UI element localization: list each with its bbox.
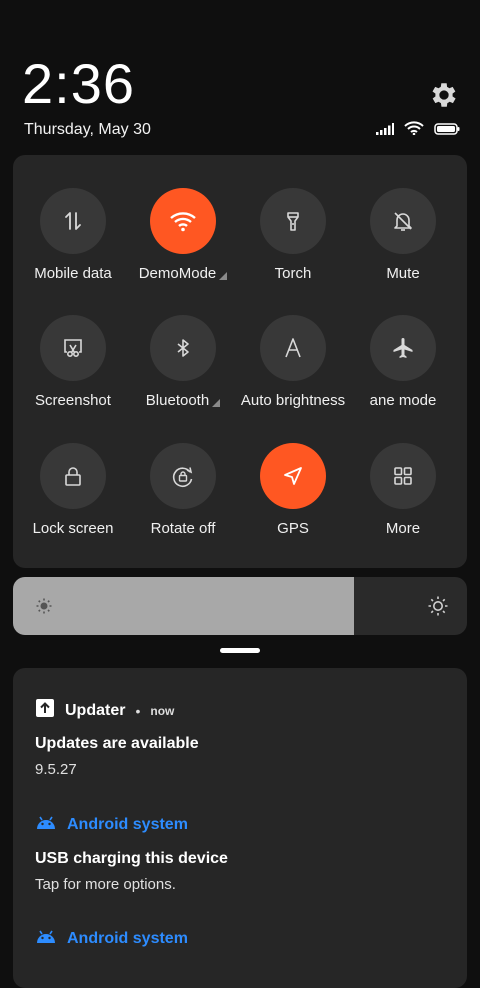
notification-title[interactable]: Updates are available [35,735,199,753]
gps-icon [284,467,302,485]
separator-dot: • [135,702,141,719]
tile-label: DemoMode [138,265,217,282]
gps-button[interactable] [260,443,326,509]
clock-time: 2:36 [22,52,135,115]
battery-icon [434,122,460,140]
rotate-icon [172,467,193,488]
airplane-mode-button[interactable] [370,315,436,381]
tile-rotate[interactable]: Rotate off [128,443,238,537]
mute-button[interactable] [370,188,436,254]
status-icons [376,121,460,140]
bluetooth-icon [177,339,189,357]
tile-screenshot[interactable]: Screenshot [18,315,128,409]
tile-label: Mute [386,265,420,282]
gear-icon[interactable] [428,79,460,111]
tile-demomode[interactable]: DemoMode [128,188,238,282]
tile-airplane-mode[interactable]: ane mode [348,315,458,409]
notification-header-android: Android system [35,814,188,835]
brightness-low-icon [35,597,53,620]
notification-text: Tap for more options. [35,876,176,893]
tile-mute[interactable]: Mute [348,188,458,282]
tile-label: Mobile data [34,265,112,282]
tile-label: Bluetooth [145,392,210,409]
screenshot-icon [64,339,82,358]
signal-icon [376,122,394,140]
tile-lock-screen[interactable]: Lock screen [18,443,128,537]
android-icon [35,928,57,949]
tile-label: GPS [277,520,309,537]
date-label: Thursday, May 30 [24,121,151,138]
mute-icon [394,212,412,231]
demomode-button[interactable] [150,188,216,254]
notification-title[interactable]: USB charging this device [35,850,228,868]
tile-auto-brightness[interactable]: Auto brightness [238,315,348,409]
wifi-status-icon [404,121,424,140]
tile-label: Lock screen [32,520,114,537]
tile-label: ane mode [369,392,437,409]
brightness-high-icon [427,595,449,622]
expand-arrow-icon[interactable] [219,271,228,280]
screenshot-button[interactable] [40,315,106,381]
quick-settings-panel: Mobile data DemoMode Torch Mute Screensh… [13,155,467,568]
lock-icon [65,467,81,486]
tile-mobile-data[interactable]: Mobile data [18,188,128,282]
notification-time: now [150,703,175,718]
brightness-slider[interactable] [13,577,467,635]
notification-header-android-2: Android system [35,928,188,949]
torch-button[interactable] [260,188,326,254]
tile-label: More [385,520,421,537]
mobile-data-icon [65,212,81,230]
auto-brightness-button[interactable] [260,315,326,381]
upload-icon [35,698,55,723]
notification-text: 9.5.27 [35,761,77,778]
drag-handle[interactable] [220,648,260,653]
lock-screen-button[interactable] [40,443,106,509]
notification-header-updater: Updater • now [35,698,174,723]
expand-arrow-icon[interactable] [212,398,221,407]
tile-label: Rotate off [150,520,216,537]
notification-app-name: Android system [67,815,188,833]
notification-app-name: Updater [65,701,126,719]
auto-brightness-icon [285,338,301,358]
brightness-fill [13,577,354,635]
tile-more[interactable]: More [348,443,458,537]
wifi-icon [170,212,196,232]
more-icon [394,467,412,485]
airplane-icon [393,338,413,358]
notification-list[interactable]: Updater • now Updates are available 9.5.… [13,668,467,988]
tile-torch[interactable]: Torch [238,188,348,282]
rotate-button[interactable] [150,443,216,509]
tile-gps[interactable]: GPS [238,443,348,537]
tile-label: Auto brightness [240,392,346,409]
tile-label: Torch [274,265,312,282]
notification-app-name: Android system [67,929,188,947]
tile-label: Screenshot [35,392,111,409]
bluetooth-button[interactable] [150,315,216,381]
android-icon [35,814,57,835]
tile-bluetooth[interactable]: Bluetooth [128,315,238,409]
mobile-data-button[interactable] [40,188,106,254]
more-button[interactable] [370,443,436,509]
torch-icon [287,212,299,231]
